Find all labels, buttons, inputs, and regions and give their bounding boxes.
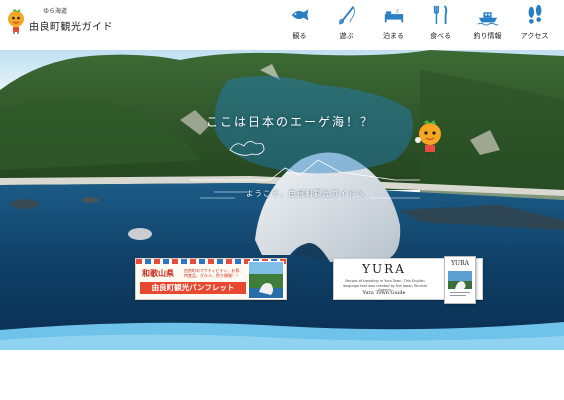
- footprints-icon: [528, 4, 541, 24]
- mascot-icon: [6, 8, 26, 34]
- nav-label: 観る: [292, 32, 307, 40]
- hero-image: [0, 50, 564, 350]
- nav-item-asobu[interactable]: 遊ぶ: [323, 4, 370, 41]
- svg-text:z: z: [395, 8, 398, 14]
- site-logo[interactable]: ゆら海道 由良町観光ガイド: [6, 8, 113, 34]
- nav-item-tomaru[interactable]: z 泊まる: [370, 4, 417, 41]
- nav-item-tsuri[interactable]: 釣り情報: [464, 4, 511, 41]
- guide-cover-title: YURA: [451, 260, 469, 267]
- nav-label: 釣り情報: [473, 32, 502, 40]
- bed-icon: z: [384, 8, 403, 23]
- hero-welcome: ようこそ、由良町観光ガイドへ: [246, 189, 365, 198]
- nav-item-taberu[interactable]: 食べる: [417, 4, 464, 41]
- boat-icon: [477, 12, 498, 26]
- yura-guide-banner[interactable]: YURA Record of traveling in Yura Town. T…: [333, 256, 483, 304]
- nav-label: 泊まる: [383, 32, 404, 40]
- page-body: [0, 350, 564, 400]
- pamphlet-banner[interactable]: 和歌山県 由良町のアクティビティ、お祭、特産品、グルメ、釣り情報！！ 由良町観光…: [135, 258, 287, 300]
- fishing-rod-icon: [338, 6, 355, 25]
- guide-title: YURA: [362, 262, 406, 276]
- nav-item-access[interactable]: アクセス: [511, 4, 558, 41]
- logo-subtitle: ゆら海道: [43, 8, 68, 15]
- fish-icon: [291, 9, 308, 21]
- pamphlet-cover-image: [248, 261, 284, 299]
- pamphlet-title: 由良町観光パンフレット: [140, 282, 246, 294]
- site-header: ゆら海道 由良町観光ガイド 観る 遊ぶ z 泊まる 食べる 釣り情報 アクセス: [0, 0, 564, 50]
- hero-headline: ここは日本のエーゲ海！？: [206, 115, 375, 129]
- prefecture-label: 和歌山県: [142, 269, 174, 278]
- main-nav: 観る 遊ぶ z 泊まる 食べる 釣り情報 アクセス: [276, 4, 558, 41]
- logo-title: 由良町観光ガイド: [29, 22, 113, 33]
- pamphlet-description: 由良町のアクティビティ、お祭、特産品、グルメ、釣り情報！！: [184, 268, 244, 279]
- guide-subtitle: Yura Town Guide: [362, 290, 406, 296]
- nav-label: 食べる: [430, 32, 451, 40]
- guide-cover-image: YURA: [444, 256, 476, 304]
- nav-item-miru[interactable]: 観る: [276, 4, 323, 41]
- fork-knife-icon: [433, 5, 447, 25]
- nav-label: 遊ぶ: [339, 32, 354, 40]
- hero-section: ここは日本のエーゲ海！？ ようこそ、由良町観光ガイドへ 和歌山県 由良町のアクテ…: [0, 50, 564, 350]
- nav-label: アクセス: [520, 32, 549, 40]
